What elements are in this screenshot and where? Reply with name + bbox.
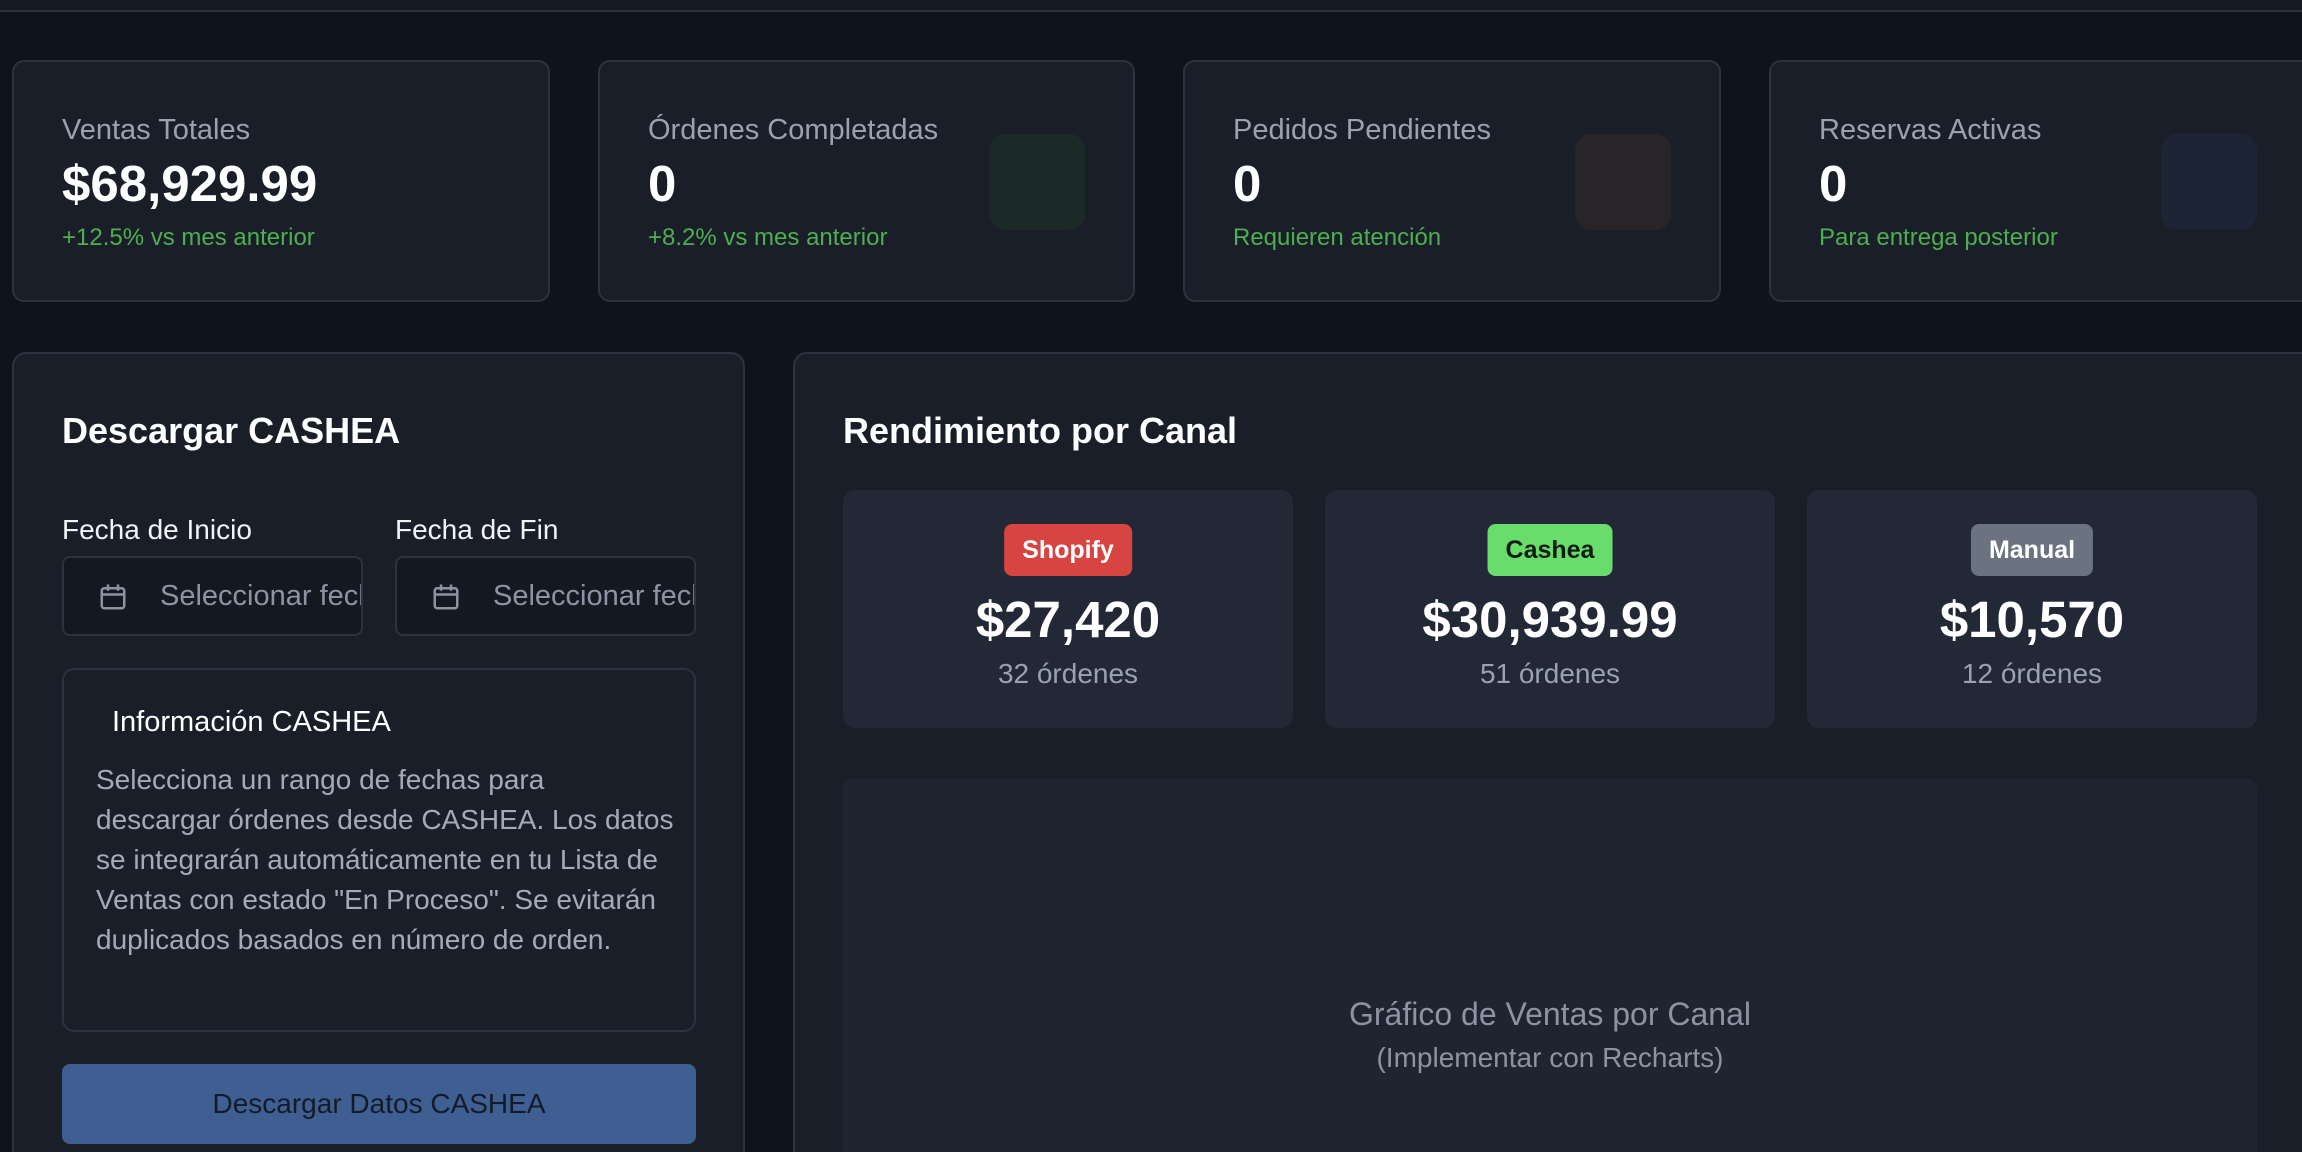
stat-trend: +12.5% vs mes anterior (62, 224, 315, 251)
calendar-icon (100, 584, 126, 610)
sales-by-channel-chart-placeholder: Gráfico de Ventas por Canal (Implementar… (843, 778, 2257, 1152)
chart-placeholder-subtitle: (Implementar con Recharts) (1376, 1042, 1724, 1073)
stat-card-total-sales: Ventas Totales $68,929.99 +12.5% vs mes … (12, 60, 550, 302)
stat-title: Ventas Totales (62, 114, 251, 146)
end-date-picker[interactable]: Seleccionar fecha (395, 556, 696, 636)
stat-card-active-reservations: Reservas Activas 0 Para entrega posterio… (1769, 60, 2302, 302)
dashboard: Ventas Totales $68,929.99 +12.5% vs mes … (0, 0, 2302, 1152)
cashea-info-box: Información CASHEA Selecciona un rango d… (62, 668, 696, 1032)
channel-badge: Cashea (1487, 524, 1613, 576)
pending-orders-icon (1575, 134, 1671, 230)
completed-orders-icon (989, 134, 1085, 230)
stat-note: Requieren atención (1233, 224, 1442, 251)
channel-orders: 12 órdenes (1961, 658, 2103, 689)
channel-performance-panel: Rendimiento por Canal Shopify $27,420 32… (793, 352, 2302, 1152)
download-cashea-button[interactable]: Descargar Datos CASHEA (62, 1064, 696, 1144)
chart-placeholder-title: Gráfico de Ventas por Canal (1348, 996, 1751, 1032)
end-date-placeholder: Seleccionar fecha (493, 580, 694, 612)
top-bar-edge (0, 0, 2302, 12)
stat-note: Para entrega posterior (1819, 224, 2058, 251)
channel-amount: $30,939.99 (1422, 591, 1678, 648)
stat-title: Reservas Activas (1819, 114, 2042, 146)
calendar-icon (433, 584, 459, 610)
channel-orders: 32 órdenes (997, 658, 1139, 689)
info-text: Selecciona un rango de fechas para desca… (96, 764, 674, 955)
stat-title: Pedidos Pendientes (1233, 114, 1491, 146)
stat-value: 0 (1819, 155, 1848, 212)
stat-card-completed-orders: Órdenes Completadas 0 +8.2% vs mes anter… (598, 60, 1135, 302)
stat-value: $68,929.99 (62, 155, 318, 212)
start-date-picker[interactable]: Seleccionar fecha (62, 556, 363, 636)
panel-title: Descargar CASHEA (62, 410, 401, 451)
channel-card-shopify: Shopify $27,420 32 órdenes (843, 490, 1293, 728)
stat-value: 0 (648, 155, 677, 212)
stat-trend: +8.2% vs mes anterior (648, 224, 888, 251)
start-date-placeholder: Seleccionar fecha (160, 580, 361, 612)
channel-amount: $27,420 (975, 591, 1161, 648)
stat-title: Órdenes Completadas (648, 114, 939, 146)
panel-title: Rendimiento por Canal (843, 410, 1238, 451)
cashea-download-panel: Descargar CASHEA Fecha de Inicio Fecha d… (12, 352, 745, 1152)
channel-card-cashea: Cashea $30,939.99 51 órdenes (1325, 490, 1775, 728)
stat-card-pending-orders: Pedidos Pendientes 0 Requieren atención (1183, 60, 1721, 302)
end-date-label: Fecha de Fin (395, 514, 559, 545)
channel-amount: $10,570 (1939, 591, 2125, 648)
reservations-icon (2161, 134, 2257, 230)
channel-orders: 51 órdenes (1479, 658, 1621, 689)
channel-card-manual: Manual $10,570 12 órdenes (1807, 490, 2257, 728)
channel-badge: Shopify (1004, 524, 1132, 576)
channel-badge: Manual (1970, 524, 2094, 576)
info-title: Información CASHEA (112, 706, 391, 738)
start-date-label: Fecha de Inicio (62, 514, 252, 545)
stat-value: 0 (1233, 155, 1262, 212)
